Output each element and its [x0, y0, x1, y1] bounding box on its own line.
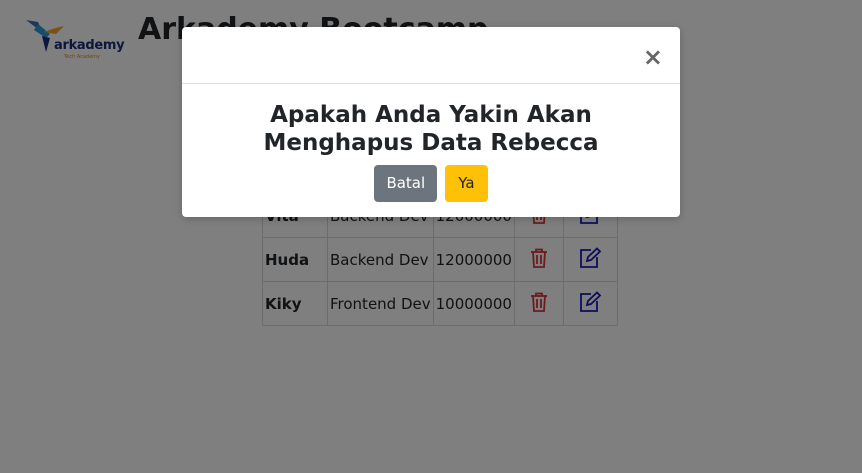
- delete-confirm-modal: × Apakah Anda Yakin Akan Menghapus Data …: [182, 27, 680, 217]
- modal-body: Apakah Anda Yakin Akan Menghapus Data Re…: [182, 84, 680, 202]
- confirm-delete-button[interactable]: Ya: [445, 165, 488, 202]
- modal-actions: Batal Ya: [182, 165, 680, 202]
- close-button[interactable]: ×: [643, 45, 663, 69]
- modal-header: ×: [182, 27, 680, 84]
- cancel-button[interactable]: Batal: [374, 165, 438, 202]
- confirm-message: Apakah Anda Yakin Akan Menghapus Data Re…: [263, 102, 599, 156]
